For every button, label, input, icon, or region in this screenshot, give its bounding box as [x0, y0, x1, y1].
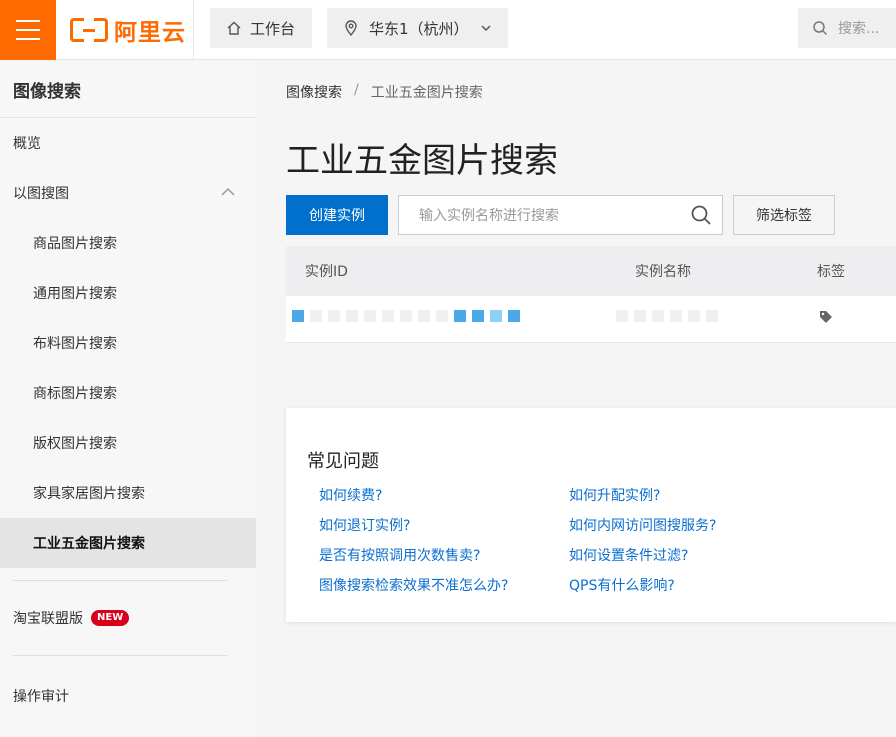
new-badge: NEW — [91, 610, 130, 626]
sidebar-item-furniture-search[interactable]: 家具家居图片搜索 — [0, 468, 256, 518]
sidebar-item-trademark-search[interactable]: 商标图片搜索 — [0, 368, 256, 418]
sidebar-item-taobao[interactable]: 淘宝联盟版 NEW — [0, 581, 256, 655]
sidebar-item-overview[interactable]: 概览 — [0, 118, 256, 168]
instance-table: 实例ID 实例名称 标签 — [286, 246, 896, 343]
column-header-tags: 标签 — [817, 264, 845, 280]
global-search-placeholder: 搜索... — [838, 21, 880, 37]
table-header: 实例ID 实例名称 标签 — [286, 246, 896, 296]
divider — [193, 0, 194, 60]
redacted-instance-id[interactable] — [292, 310, 520, 322]
search-icon — [813, 21, 828, 36]
column-header-instance-id: 实例ID — [305, 264, 348, 280]
sidebar-item-label: 版权图片搜索 — [33, 436, 117, 452]
menu-line — [16, 38, 40, 40]
faq-link[interactable]: 图像搜索检索效果不准怎么办? — [319, 577, 569, 595]
breadcrumb-root[interactable]: 图像搜索 — [286, 82, 342, 102]
sidebar-item-label: 淘宝联盟版 — [13, 611, 83, 627]
faq-link[interactable]: 是否有按照调用次数售卖? — [319, 547, 569, 565]
filter-tags-button[interactable]: 筛选标签 — [733, 195, 835, 235]
faq-link[interactable]: 如何退订实例? — [319, 517, 569, 535]
sidebar-item-label: 商品图片搜索 — [33, 236, 117, 252]
sidebar-item-label: 操作审计 — [13, 689, 69, 705]
column-header-instance-name: 实例名称 — [635, 264, 691, 280]
faq-title: 常见问题 — [307, 451, 379, 472]
sidebar-title: 图像搜索 — [0, 61, 256, 118]
sidebar-item-label: 布料图片搜索 — [33, 336, 117, 352]
menu-line — [16, 20, 40, 22]
sidebar-item-product-search[interactable]: 商品图片搜索 — [0, 218, 256, 268]
sidebar-item-hardware-search[interactable]: 工业五金图片搜索 — [0, 518, 256, 568]
sidebar-item-label: 概览 — [13, 136, 41, 152]
sidebar: 图像搜索 概览 以图搜图 商品图片搜索 通用图片搜索 布料图片搜索 商标图片搜索… — [0, 61, 256, 737]
faq-link[interactable]: 如何升配实例? — [569, 487, 819, 505]
location-pin-icon — [345, 20, 357, 36]
chevron-down-icon — [481, 25, 491, 32]
breadcrumb-current: 工业五金图片搜索 — [370, 85, 483, 101]
main-content: 图像搜索 / 工业五金图片搜索 工业五金图片搜索 创建实例 输入实例名称进行搜索… — [256, 61, 896, 737]
sidebar-item-audit[interactable]: 操作审计 — [0, 656, 256, 736]
table-row[interactable] — [286, 296, 896, 343]
faq-link[interactable]: 如何内网访问图搜服务? — [569, 517, 819, 535]
breadcrumb-separator: / — [354, 82, 359, 98]
aliyun-logo-icon — [70, 18, 108, 42]
instance-search-input[interactable]: 输入实例名称进行搜索 — [398, 195, 723, 235]
aliyun-logo[interactable]: 阿里云 — [70, 15, 186, 46]
create-instance-button[interactable]: 创建实例 — [286, 195, 388, 235]
tag-icon[interactable] — [819, 310, 833, 324]
faq-link[interactable]: 如何设置条件过滤? — [569, 547, 819, 565]
top-navbar: 阿里云 工作台 华东1（杭州） 搜索... — [0, 0, 896, 60]
region-label: 华东1（杭州） — [369, 19, 469, 38]
workbench-label: 工作台 — [250, 19, 296, 38]
instance-search-placeholder: 输入实例名称进行搜索 — [419, 208, 559, 224]
menu-line — [16, 29, 40, 31]
logo-text: 阿里云 — [114, 20, 186, 46]
sidebar-group-image-search[interactable]: 以图搜图 — [0, 168, 256, 218]
hamburger-menu-button[interactable] — [0, 0, 56, 60]
home-icon — [227, 21, 241, 35]
workbench-button[interactable]: 工作台 — [210, 8, 312, 48]
sidebar-item-label: 商标图片搜索 — [33, 386, 117, 402]
breadcrumb: 图像搜索 / 工业五金图片搜索 — [286, 82, 483, 102]
search-icon[interactable] — [690, 204, 712, 226]
faq-panel: 常见问题 如何续费? 如何升配实例? 如何退订实例? 如何内网访问图搜服务? 是… — [286, 408, 896, 622]
sidebar-item-fabric-search[interactable]: 布料图片搜索 — [0, 318, 256, 368]
faq-links: 如何续费? 如何升配实例? 如何退订实例? 如何内网访问图搜服务? 是否有按照调… — [319, 487, 819, 595]
sidebar-group-label: 以图搜图 — [13, 186, 69, 202]
faq-link[interactable]: 如何续费? — [319, 487, 569, 505]
sidebar-item-copyright-search[interactable]: 版权图片搜索 — [0, 418, 256, 468]
chevron-up-icon — [221, 187, 235, 196]
redacted-instance-name[interactable] — [616, 310, 718, 322]
sidebar-item-label: 工业五金图片搜索 — [33, 536, 145, 552]
global-search-input[interactable]: 搜索... — [798, 8, 896, 48]
faq-link[interactable]: QPS有什么影响? — [569, 577, 819, 595]
page-title: 工业五金图片搜索 — [286, 141, 558, 181]
region-selector[interactable]: 华东1（杭州） — [327, 8, 508, 48]
sidebar-item-general-search[interactable]: 通用图片搜索 — [0, 268, 256, 318]
sidebar-item-label: 家具家居图片搜索 — [33, 486, 145, 502]
sidebar-item-label: 通用图片搜索 — [33, 286, 117, 302]
